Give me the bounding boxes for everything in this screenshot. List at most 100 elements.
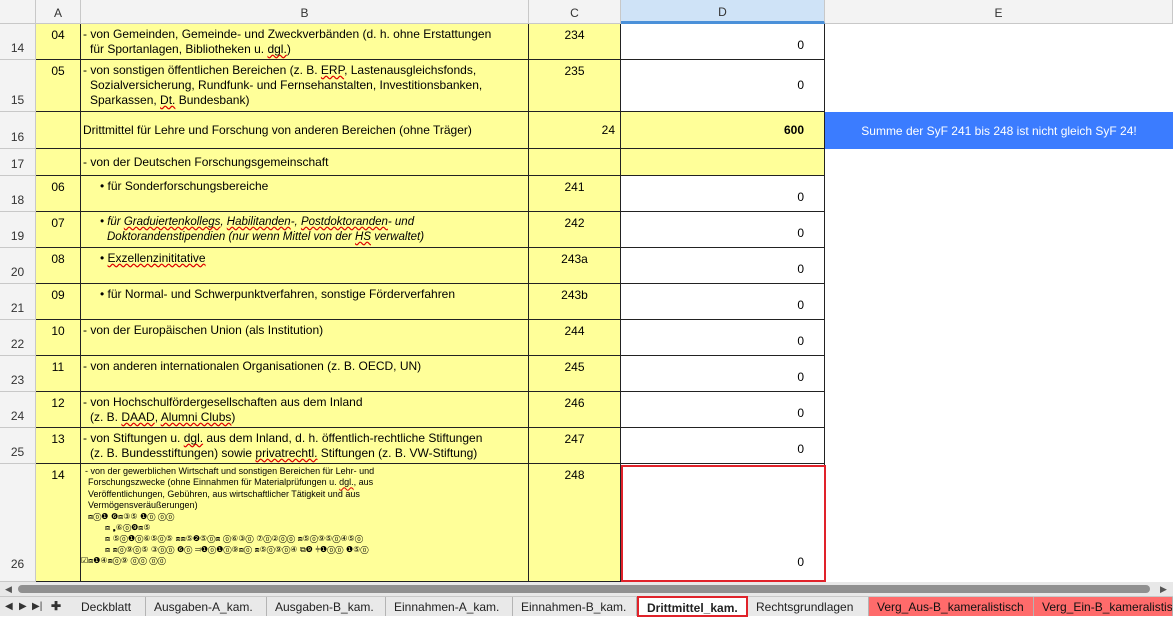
cell-d24[interactable]: 0 <box>621 392 825 428</box>
scroll-left-icon[interactable]: ◀ <box>5 582 12 596</box>
text-segment: Doktorandenstipendien (nur wenn Mittel v… <box>107 231 356 243</box>
sheet-tab-ausgaben-a[interactable]: Ausgaben-A_kam. <box>146 597 267 616</box>
cell-c17[interactable] <box>529 149 621 176</box>
warning-message-cell[interactable]: Summe der SyF 241 bis 248 ist nicht glei… <box>825 112 1173 149</box>
text-segment: Sparkassen, <box>90 93 161 107</box>
spellcheck-word: Habilitanden <box>226 216 291 228</box>
cell-b19[interactable]: • für Graduiertenkollegs, Habilitanden-,… <box>81 212 529 248</box>
sheet-tab-rechtsgrundlagen[interactable]: Rechtsgrundlagen <box>748 597 869 616</box>
row-header[interactable]: 20 <box>0 248 36 284</box>
text-segment: • <box>100 251 108 265</box>
row-header[interactable]: 21 <box>0 284 36 320</box>
cell-a15[interactable]: 05 <box>36 60 81 112</box>
select-all-corner[interactable] <box>0 0 36 24</box>
cell-c26[interactable]: 248 <box>529 464 621 582</box>
cell-a19[interactable]: 07 <box>36 212 81 248</box>
row-header[interactable]: 25 <box>0 428 36 464</box>
cell-c18[interactable]: 241 <box>529 176 621 212</box>
cell-c23[interactable]: 245 <box>529 356 621 392</box>
cell-c25[interactable]: 247 <box>529 428 621 464</box>
prev-sheet-icon[interactable]: ▶ <box>19 597 27 616</box>
garbled-glyph-line: ⧈⓪❶ ❻⧈③⑤ ❶⓪ ⓪⓪ <box>88 512 175 522</box>
cell-b24[interactable]: - von Hochschulfördergesellschaften aus … <box>81 392 529 428</box>
cell-d19[interactable]: 0 <box>621 212 825 248</box>
cell-c20[interactable]: 243a <box>529 248 621 284</box>
column-header-b[interactable]: B <box>81 0 529 24</box>
row-header[interactable]: 16 <box>0 112 36 149</box>
cell-b16[interactable]: Drittmittel für Lehre und Forschung von … <box>81 112 529 149</box>
row-header[interactable]: 23 <box>0 356 36 392</box>
cell-a26[interactable]: 14 <box>36 464 81 582</box>
cell-d21[interactable]: 0 <box>621 284 825 320</box>
cell-b23[interactable]: - von anderen internationalen Organisati… <box>81 356 529 392</box>
highlight-annotation-box <box>621 465 826 582</box>
cell-d25[interactable]: 0 <box>621 428 825 464</box>
row-header[interactable]: 14 <box>0 24 36 60</box>
cell-b22[interactable]: - von der Europäischen Union (als Instit… <box>81 320 529 356</box>
cell-a22[interactable]: 10 <box>36 320 81 356</box>
sheet-tab-einnahmen-a[interactable]: Einnahmen-A_kam. <box>386 597 513 616</box>
row-header[interactable]: 24 <box>0 392 36 428</box>
cell-a16[interactable] <box>36 112 81 149</box>
cell-b15[interactable]: - von sonstigen öffentlichen Bereichen (… <box>81 60 529 112</box>
cell-d14[interactable]: 0 <box>621 24 825 60</box>
cell-a24[interactable]: 12 <box>36 392 81 428</box>
cell-a21[interactable]: 09 <box>36 284 81 320</box>
sheet-tab-ausgaben-b[interactable]: Ausgaben-B_kam. <box>267 597 386 616</box>
next-sheet-icon[interactable]: ▶| <box>32 597 42 616</box>
row-header[interactable]: 19 <box>0 212 36 248</box>
row-header[interactable]: 26 <box>0 464 36 582</box>
column-header-a[interactable]: A <box>36 0 81 24</box>
first-sheet-icon[interactable]: ◀ <box>5 597 13 616</box>
cell-a17[interactable] <box>36 149 81 176</box>
cell-b25[interactable]: - von Stiftungen u. dgl. aus dem Inland,… <box>81 428 529 464</box>
garbled-glyph-line: ⧈ ❟⑥⓪❾⧈⑤ <box>105 523 151 533</box>
sheet-tab-drittmittel[interactable]: Drittmittel_kam. <box>637 596 748 617</box>
cell-a25[interactable]: 13 <box>36 428 81 464</box>
text-segment: - von Stiftungen u. <box>83 431 184 445</box>
cell-d22[interactable]: 0 <box>621 320 825 356</box>
text-segment: , aus <box>353 477 374 488</box>
cell-a14[interactable]: 04 <box>36 24 81 60</box>
sheet-tab-verg-aus-b[interactable]: Verg_Aus-B_kameralistisch <box>869 597 1034 616</box>
cell-b18[interactable]: • für Sonderforschungsbereiche <box>81 176 529 212</box>
column-header-d[interactable]: D <box>621 0 825 24</box>
cell-c21[interactable]: 243b <box>529 284 621 320</box>
horizontal-scrollbar[interactable]: ◀ ▶ <box>0 582 1173 596</box>
cell-d15[interactable]: 0 <box>621 60 825 112</box>
cell-text: - von der gewerblichen Wirtschaft und so… <box>85 466 375 476</box>
cell-d23[interactable]: 0 <box>621 356 825 392</box>
cell-b17[interactable]: - von der Deutschen Forschungsgemeinscha… <box>81 149 529 176</box>
cell-c16[interactable]: 24 <box>529 112 621 149</box>
cell-d20[interactable]: 0 <box>621 248 825 284</box>
scroll-right-icon[interactable]: ▶ <box>1160 582 1167 596</box>
cell-c24[interactable]: 246 <box>529 392 621 428</box>
column-header-e[interactable]: E <box>825 0 1173 24</box>
cell-a20[interactable]: 08 <box>36 248 81 284</box>
row-header[interactable]: 22 <box>0 320 36 356</box>
cell-c19[interactable]: 242 <box>529 212 621 248</box>
cell-b14[interactable]: - von Gemeinden, Gemeinde- und Zweckverb… <box>81 24 529 60</box>
cell-c15[interactable]: 235 <box>529 60 621 112</box>
scrollbar-thumb[interactable] <box>18 585 1150 593</box>
cell-b26[interactable]: - von der gewerblichen Wirtschaft und so… <box>81 464 529 582</box>
cell-a23[interactable]: 11 <box>36 356 81 392</box>
cell-b20[interactable]: • Exzellenzinititative <box>81 248 529 284</box>
cell-b21[interactable]: • für Normal- und Schwerpunktverfahren, … <box>81 284 529 320</box>
cell-c14[interactable]: 234 <box>529 24 621 60</box>
text-segment: ) <box>286 42 291 56</box>
row-header[interactable]: 17 <box>0 149 36 176</box>
sheet-tab-deckblatt[interactable]: Deckblatt <box>73 597 146 616</box>
cell-d17[interactable] <box>621 149 825 176</box>
sheet-tab-einnahmen-b[interactable]: Einnahmen-B_kam. <box>513 597 637 616</box>
cell-d18[interactable]: 0 <box>621 176 825 212</box>
row-header[interactable]: 15 <box>0 60 36 112</box>
cell-d16[interactable]: 600 <box>621 112 825 149</box>
sheet-tab-verg-ein-b[interactable]: Verg_Ein-B_kameralistisch <box>1034 597 1173 616</box>
add-sheet-icon[interactable]: ✚ <box>51 597 61 616</box>
column-header-c[interactable]: C <box>529 0 621 24</box>
cell-c22[interactable]: 244 <box>529 320 621 356</box>
cell-a18[interactable]: 06 <box>36 176 81 212</box>
row-header[interactable]: 18 <box>0 176 36 212</box>
text-segment: Stiftungen (z. B. VW-Stiftung) <box>317 446 478 460</box>
